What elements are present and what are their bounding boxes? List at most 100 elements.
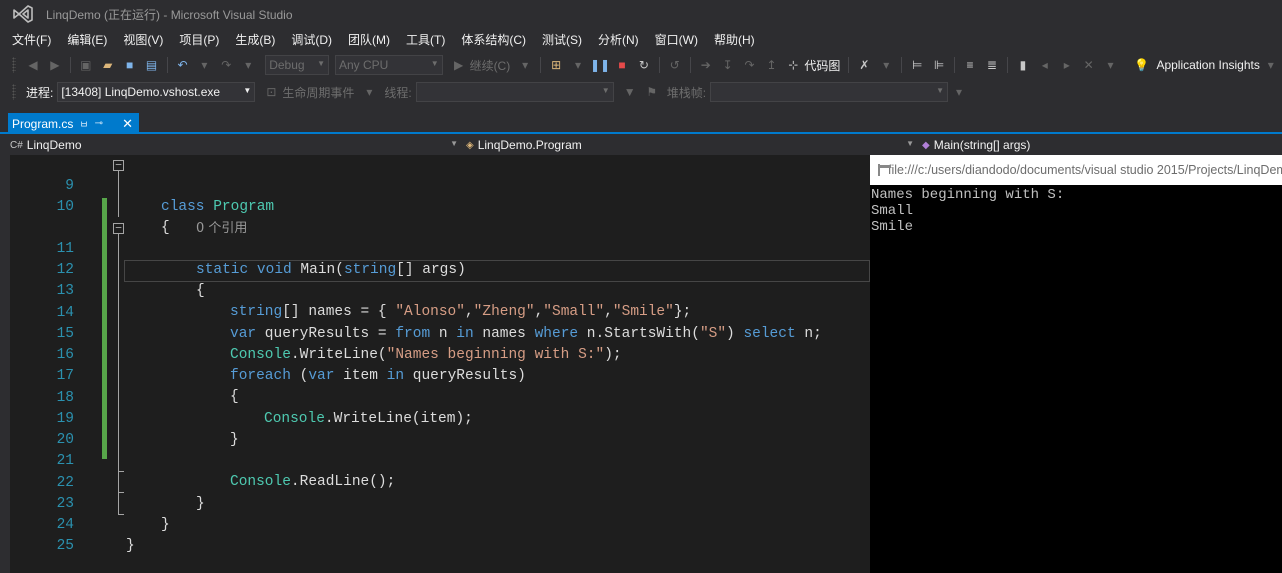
- console-title-bar[interactable]: file:///c:/users/diandodo/documents/visu…: [870, 155, 1282, 185]
- stack-frame-label: 堆栈帧:: [666, 85, 707, 100]
- exception-dropdown-icon[interactable]: ▾: [876, 55, 896, 75]
- flag-threads-icon[interactable]: ⚑: [642, 82, 662, 102]
- comment-lines-icon[interactable]: ≡: [960, 55, 980, 75]
- chevron-down-icon: ▼: [906, 139, 914, 148]
- chevron-down-icon: ▼: [936, 86, 945, 95]
- application-insights-icon[interactable]: 💡: [1132, 55, 1152, 75]
- show-next-statement-icon[interactable]: ➔: [696, 55, 716, 75]
- configuration-select[interactable]: Debug ▼: [265, 55, 329, 75]
- open-file-icon[interactable]: ▰: [98, 55, 118, 75]
- thread-label: 线程:: [384, 85, 412, 100]
- undo-dropdown-icon[interactable]: ▾: [194, 55, 214, 75]
- console-output-line: Small: [871, 203, 914, 219]
- keep-open-icon[interactable]: ⊸: [95, 118, 103, 129]
- clear-bookmarks-icon[interactable]: ✕: [1079, 55, 1099, 75]
- menu-view[interactable]: 视图(V): [117, 31, 173, 48]
- toolbar-separator: [689, 57, 691, 73]
- lifecycle-events-button[interactable]: 生命周期事件: [282, 84, 354, 101]
- chevron-down-icon: ▼: [430, 59, 439, 68]
- platform-select[interactable]: Any CPU ▼: [335, 55, 443, 75]
- stack-frame-select[interactable]: ▼: [710, 82, 949, 102]
- pin-icon[interactable]: ㅂ: [79, 116, 88, 131]
- process-label: 进程:: [26, 85, 54, 100]
- redo-dropdown-icon[interactable]: ▾: [238, 55, 258, 75]
- standard-toolbar: ◀ ▶ ▣ ▰ ■ ▤ ↶ ▾ ↷ ▾ Debug ▼ Any CPU ▼ ▶ 继续…: [0, 52, 1282, 78]
- tab-label: Program.cs: [12, 116, 74, 131]
- toolbar-separator: [954, 57, 956, 73]
- menu-debug[interactable]: 调试(D): [285, 31, 342, 48]
- chevron-down-icon: ▼: [243, 86, 252, 95]
- continue-icon[interactable]: ▶: [449, 55, 469, 75]
- line-number: 25: [56, 538, 74, 555]
- breakpoints-window-icon[interactable]: ⊫: [929, 55, 949, 75]
- hot-reload-icon[interactable]: ↺: [665, 55, 685, 75]
- toolbar-grip[interactable]: [12, 57, 16, 73]
- debug-target-icon[interactable]: ⊞: [546, 55, 566, 75]
- continue-button[interactable]: 继续(C): [470, 57, 511, 74]
- class-dropdown[interactable]: ◈ LinqDemo.Program ▼: [466, 136, 918, 154]
- menu-build[interactable]: 生成(B): [229, 31, 285, 48]
- uncomment-lines-icon[interactable]: ≣: [982, 55, 1002, 75]
- undo-icon[interactable]: ↶: [173, 55, 193, 75]
- debug-target-dropdown-icon[interactable]: ▾: [568, 55, 588, 75]
- menu-analyze[interactable]: 分析(N): [592, 31, 649, 48]
- console-output: Names beginning with S: Small Smile: [870, 187, 1282, 235]
- close-icon[interactable]: ✕: [122, 116, 133, 132]
- visual-studio-logo-icon: [10, 3, 36, 25]
- step-out-icon[interactable]: ↥: [762, 55, 782, 75]
- menu-edit[interactable]: 编辑(E): [61, 31, 117, 48]
- menu-help[interactable]: 帮助(H): [708, 31, 765, 48]
- lifecycle-dropdown-icon[interactable]: ▾: [359, 82, 379, 102]
- code-line: 11 static void Main(string[] args): [10, 218, 870, 278]
- next-bookmark-icon[interactable]: ▸: [1057, 55, 1077, 75]
- application-insights-dropdown-icon[interactable]: ▾: [1261, 55, 1281, 75]
- break-all-icon[interactable]: ❚❚: [590, 55, 610, 75]
- step-over-icon[interactable]: ↷: [740, 55, 760, 75]
- save-all-icon[interactable]: ▤: [142, 55, 162, 75]
- console-output-line: Names beginning with S:: [871, 187, 1065, 203]
- step-into-icon[interactable]: ↧: [718, 55, 738, 75]
- thread-select[interactable]: ▼: [415, 82, 614, 102]
- toolbar-overflow-icon[interactable]: ▾: [1101, 55, 1121, 75]
- process-select[interactable]: [13408] LinqDemo.vshost.exe ▼: [57, 82, 256, 102]
- member-dropdown[interactable]: ◆ Main(string[] args): [922, 136, 1282, 154]
- method-icon: ◆: [922, 139, 930, 151]
- toolbar-grip[interactable]: [12, 84, 16, 100]
- lifecycle-events-icon[interactable]: ⊡: [261, 82, 281, 102]
- toolbar-separator: [540, 57, 542, 73]
- restart-icon[interactable]: ↻: [634, 55, 654, 75]
- code-map-button[interactable]: 代码图: [804, 57, 840, 74]
- new-project-icon[interactable]: ▣: [76, 55, 96, 75]
- menu-window[interactable]: 窗口(W): [649, 31, 708, 48]
- toolbar-overflow-icon[interactable]: ▾: [949, 82, 969, 102]
- navigate-forward-icon[interactable]: ▶: [45, 55, 65, 75]
- menu-project[interactable]: 项目(P): [173, 31, 229, 48]
- exception-settings-icon[interactable]: ✗: [854, 55, 874, 75]
- stop-debugging-icon[interactable]: ■: [612, 55, 632, 75]
- chevron-down-icon: ▼: [450, 139, 458, 148]
- code-line: 10 {: [10, 176, 870, 236]
- menu-team[interactable]: 团队(M): [342, 31, 400, 48]
- application-insights-button[interactable]: Application Insights: [1156, 58, 1259, 72]
- toolbar-separator: [901, 57, 903, 73]
- console-title: file:///c:/users/diandodo/documents/visu…: [888, 163, 1282, 177]
- redo-icon[interactable]: ↷: [216, 55, 236, 75]
- console-window[interactable]: file:///c:/users/diandodo/documents/visu…: [870, 155, 1282, 573]
- menu-tools[interactable]: 工具(T): [400, 31, 455, 48]
- menu-file[interactable]: 文件(F): [6, 31, 61, 48]
- navigate-back-icon[interactable]: ◀: [23, 55, 43, 75]
- project-dropdown[interactable]: C# LinqDemo ▼: [10, 136, 462, 154]
- tab-program-cs[interactable]: Program.cs ㅂ ⊸ ✕: [8, 113, 139, 134]
- bookmark-icon[interactable]: ▮: [1013, 55, 1033, 75]
- menu-architecture[interactable]: 体系结构(C): [455, 31, 536, 48]
- code-map-icon[interactable]: ⊹: [783, 55, 803, 75]
- filter-icon[interactable]: ▼: [620, 82, 640, 102]
- menu-test[interactable]: 测试(S): [536, 31, 592, 48]
- chevron-down-icon: ▼: [601, 86, 610, 95]
- save-icon[interactable]: ■: [120, 55, 140, 75]
- align-left-icon[interactable]: ⊨: [907, 55, 927, 75]
- prev-bookmark-icon[interactable]: ◂: [1035, 55, 1055, 75]
- continue-dropdown-icon[interactable]: ▾: [515, 55, 535, 75]
- code-editor[interactable]: − − 9 class Program 10 { 0 个引用 11 static…: [0, 155, 870, 573]
- code-line: 9 class Program: [10, 155, 870, 215]
